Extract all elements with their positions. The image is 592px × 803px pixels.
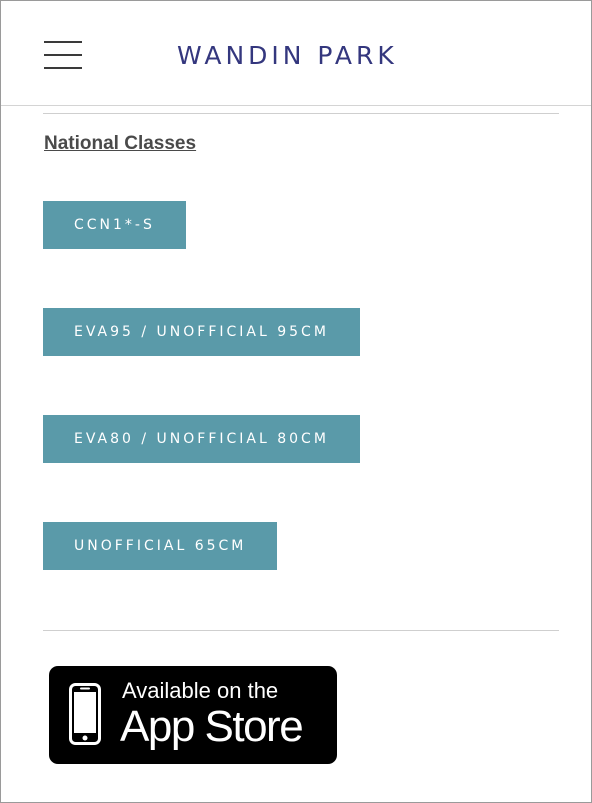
class-button-ccn1-s[interactable]: CCN1*-S (43, 201, 186, 249)
class-button-eva80[interactable]: EVA80 / UNOFFICIAL 80CM (43, 415, 360, 463)
menu-bar (44, 54, 82, 56)
site-title[interactable]: WANDIN PARK (177, 41, 398, 70)
hamburger-menu-icon[interactable] (44, 41, 82, 71)
app-store-badge[interactable]: Available on the App Store (49, 666, 337, 764)
top-divider (43, 113, 559, 114)
phone-icon (69, 683, 101, 745)
page-frame: WANDIN PARK National Classes CCN1*-S EVA… (0, 0, 592, 803)
site-header: WANDIN PARK (1, 1, 591, 106)
menu-bar (44, 67, 82, 69)
app-store-line2: App Store (120, 702, 304, 751)
menu-bar (44, 41, 82, 43)
section-heading: National Classes (44, 133, 197, 154)
class-button-unofficial-65[interactable]: UNOFFICIAL 65CM (43, 522, 278, 570)
bottom-divider (43, 630, 559, 631)
app-store-line1: Available on the (122, 678, 279, 703)
class-button-eva95[interactable]: EVA95 / UNOFFICIAL 95CM (43, 308, 360, 356)
